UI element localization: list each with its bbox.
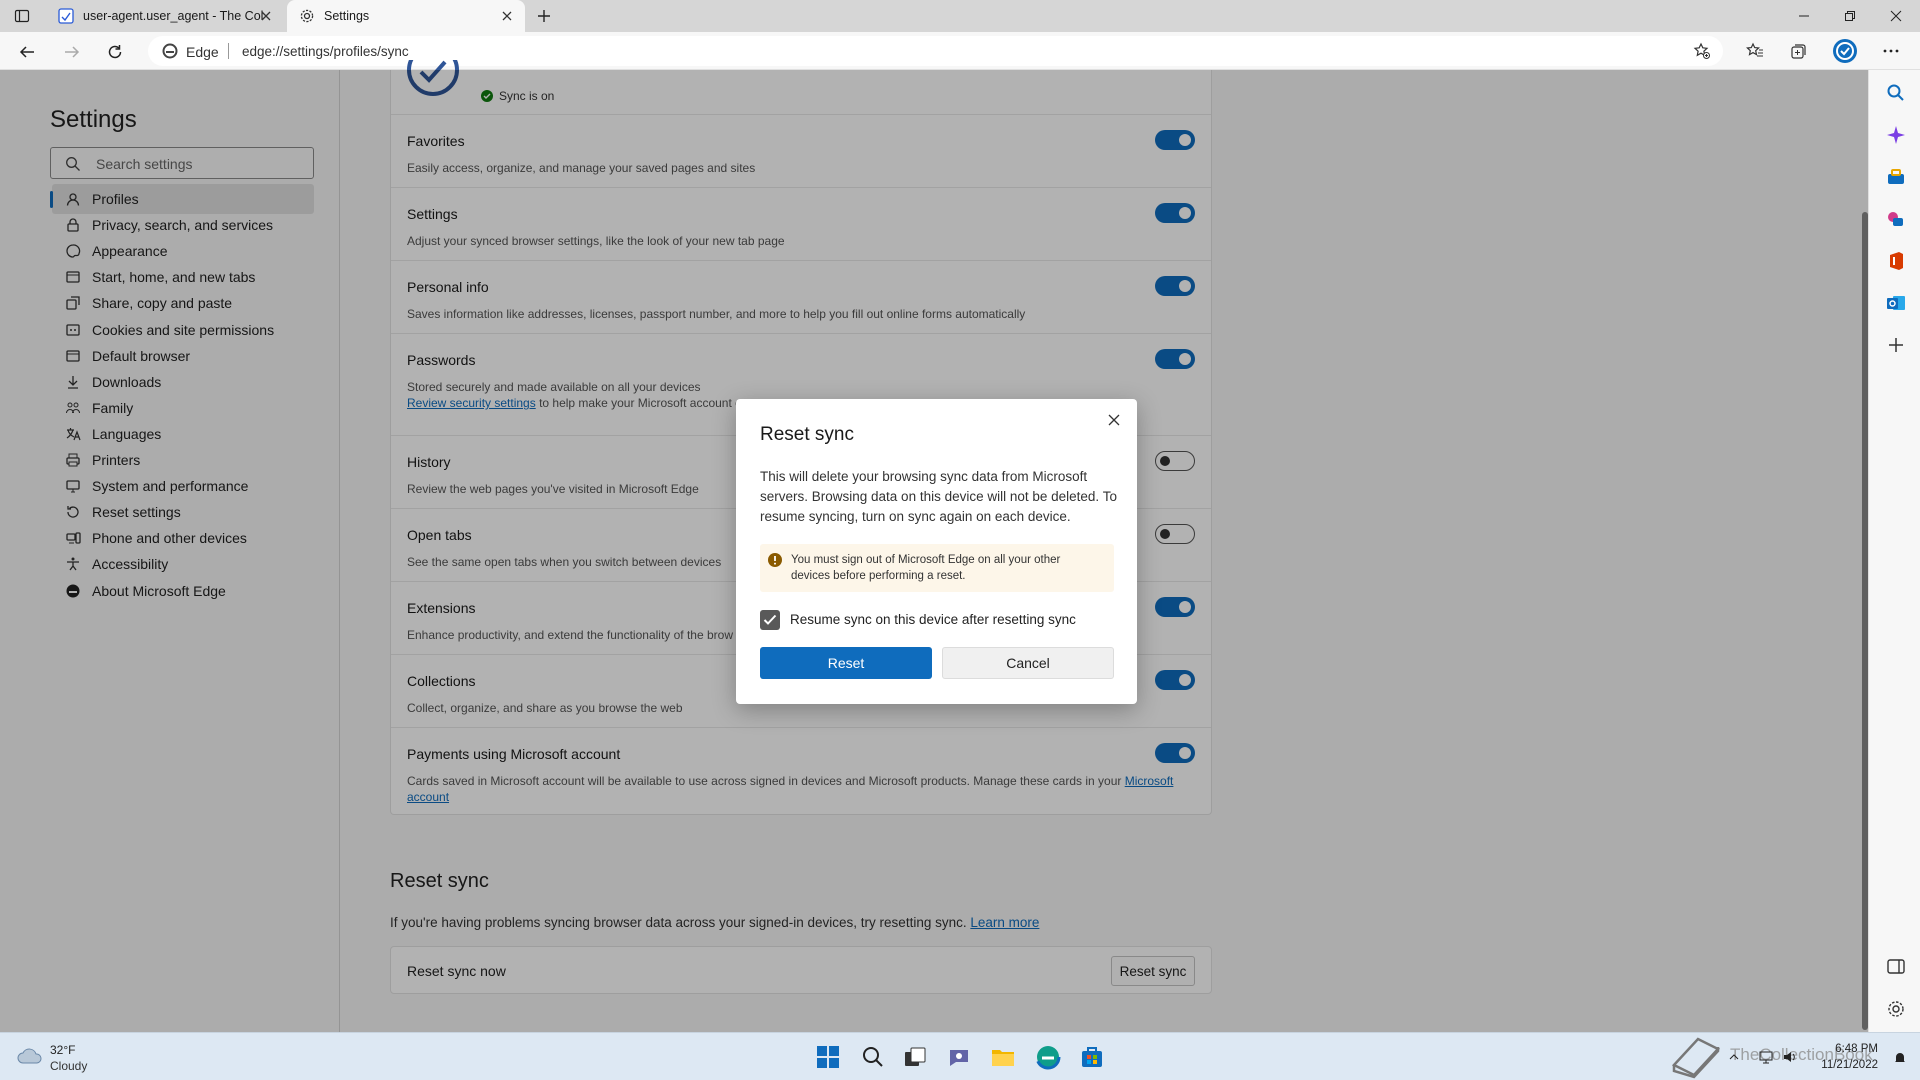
task-view-icon[interactable] — [902, 1044, 928, 1070]
windows-start-icon[interactable] — [815, 1044, 841, 1070]
minimize-icon[interactable] — [1796, 8, 1812, 24]
forward-arrow-icon[interactable] — [63, 43, 81, 61]
sidebar-layout-icon[interactable] — [1885, 956, 1907, 978]
close-tab-icon[interactable] — [499, 8, 515, 24]
favorites-icon[interactable] — [1746, 42, 1764, 60]
add-icon[interactable] — [1885, 334, 1907, 356]
gear-icon — [299, 8, 315, 24]
search-icon[interactable] — [860, 1044, 886, 1070]
warning-banner: You must sign out of Microsoft Edge on a… — [760, 544, 1114, 592]
edge-logo-icon — [162, 43, 178, 59]
close-icon[interactable] — [1103, 409, 1125, 431]
temperature: 32°F — [50, 1043, 76, 1057]
resume-sync-checkbox[interactable] — [760, 610, 780, 630]
dialog-title: Reset sync — [760, 424, 854, 445]
new-tab-icon[interactable] — [536, 8, 552, 24]
restore-icon[interactable] — [1842, 8, 1858, 24]
edge-sidebar — [1868, 70, 1920, 1032]
cloud-icon — [16, 1045, 44, 1067]
games-icon[interactable] — [1885, 208, 1907, 230]
tab-user-agent[interactable]: user-agent.user_agent - The Col — [46, 0, 284, 32]
outlook-icon[interactable] — [1885, 292, 1907, 314]
file-explorer-icon[interactable] — [990, 1044, 1016, 1070]
taskbar: 32°F Cloudy TheCollectionBook 6:48 PM 11… — [0, 1032, 1920, 1080]
clock-time: 6:48 PM — [1835, 1043, 1878, 1055]
search-icon[interactable] — [1885, 82, 1907, 104]
refresh-icon[interactable] — [106, 43, 124, 61]
tab-title: user-agent.user_agent - The Col — [83, 9, 263, 23]
page-icon — [58, 8, 74, 24]
discover-icon[interactable] — [1885, 124, 1907, 146]
clock[interactable]: 6:48 PM 11/21/2022 — [1821, 1041, 1878, 1073]
address-toolbar: Edge edge://settings/profiles/sync — [0, 32, 1920, 70]
tools-icon[interactable] — [1885, 166, 1907, 188]
divider — [228, 43, 229, 59]
add-favorite-icon[interactable] — [1693, 42, 1711, 60]
sidebar-settings-icon[interactable] — [1885, 998, 1907, 1020]
resume-sync-label[interactable]: Resume sync on this device after resetti… — [790, 612, 1076, 627]
profile-avatar[interactable] — [1832, 38, 1858, 64]
book-logo-icon — [1670, 1035, 1722, 1079]
weather-condition: Cloudy — [50, 1059, 88, 1073]
tab-settings[interactable]: Settings — [287, 0, 525, 32]
chevron-up-icon[interactable] — [1728, 1051, 1740, 1063]
reset-button[interactable]: Reset — [760, 647, 932, 679]
address-bar[interactable]: Edge edge://settings/profiles/sync — [148, 36, 1723, 66]
network-icon[interactable] — [1758, 1049, 1774, 1065]
more-menu-icon[interactable] — [1882, 42, 1900, 60]
close-tab-icon[interactable] — [258, 8, 274, 24]
close-window-icon[interactable] — [1888, 8, 1904, 24]
tab-actions-icon[interactable] — [14, 8, 30, 24]
url-text[interactable]: edge://settings/profiles/sync — [242, 44, 409, 59]
notification-icon[interactable] — [1893, 1051, 1907, 1065]
dialog-body: This will delete your browsing sync data… — [760, 469, 1117, 524]
warning-icon — [768, 553, 782, 567]
warning-text: You must sign out of Microsoft Edge on a… — [791, 554, 1061, 582]
cancel-button[interactable]: Cancel — [942, 647, 1114, 679]
back-arrow-icon[interactable] — [18, 43, 36, 61]
teams-chat-icon[interactable] — [946, 1044, 972, 1070]
office-icon[interactable] — [1885, 250, 1907, 272]
collections-icon[interactable] — [1790, 42, 1808, 60]
reset-sync-dialog: Reset sync This will delete your browsin… — [736, 399, 1137, 704]
volume-icon[interactable] — [1782, 1049, 1798, 1065]
tab-title: Settings — [324, 9, 370, 23]
site-label: Edge — [186, 44, 219, 60]
clock-date: 11/21/2022 — [1821, 1059, 1878, 1071]
tab-strip: user-agent.user_agent - The Col Settings — [0, 0, 1920, 32]
edge-taskbar-icon[interactable] — [1035, 1044, 1061, 1070]
store-icon[interactable] — [1079, 1044, 1105, 1070]
